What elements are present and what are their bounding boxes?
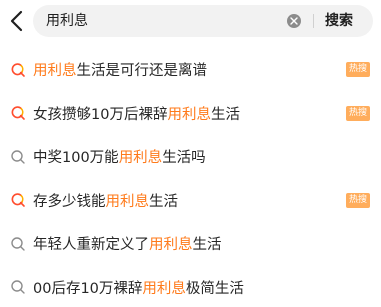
hot-search-icon bbox=[11, 193, 25, 208]
suggestion-item[interactable]: 用利息 生活是可行还是离谱 热搜 bbox=[0, 48, 381, 92]
suggestion-item[interactable]: 年轻人重新定义了 用利息 生活 bbox=[0, 222, 381, 266]
clear-button[interactable] bbox=[287, 14, 301, 28]
suggestion-text-part: 00后存10万裸辞 bbox=[33, 280, 143, 297]
suggestion-text: 用利息 生活是可行还是离谱 bbox=[33, 48, 207, 92]
hot-badge: 热搜 bbox=[345, 62, 370, 78]
suggestion-text: 中奖100万能 用利息 生活吗 bbox=[33, 135, 206, 179]
search-button[interactable]: 搜索 bbox=[325, 5, 353, 37]
chevron-left-icon bbox=[10, 10, 23, 32]
suggestion-text-part: 生活 bbox=[210, 106, 240, 123]
suggestion-text-part: 存多少钱能 bbox=[33, 193, 106, 210]
divider bbox=[313, 14, 314, 28]
suggestion-text: 存多少钱能 用利息 生活 bbox=[33, 179, 178, 223]
hot-search-icon bbox=[11, 63, 25, 77]
suggestion-text-part: 生活吗 bbox=[162, 150, 206, 167]
query-highlight: 用利息 bbox=[149, 237, 193, 254]
suggestion-list: 用利息 生活是可行还是离谱 热搜 女孩攒够10万后裸辞 用利息 生活 热搜 中奖100万能 用利… bbox=[0, 48, 381, 307]
suggestion-text: 00后存10万裸辞 用利息 极简生活 bbox=[33, 266, 244, 307]
search-icon bbox=[11, 237, 25, 251]
suggestion-text-part: 中奖100万能 bbox=[33, 150, 119, 167]
suggestion-item[interactable]: 女孩攒够10万后裸辞 用利息 生活 热搜 bbox=[0, 92, 381, 136]
back-button[interactable] bbox=[4, 6, 30, 36]
query-highlight: 用利息 bbox=[142, 280, 186, 297]
search-icon bbox=[11, 150, 25, 164]
query-highlight: 用利息 bbox=[105, 193, 150, 210]
query-highlight: 用利息 bbox=[118, 150, 163, 167]
close-icon bbox=[290, 17, 298, 25]
search-icon bbox=[11, 280, 25, 294]
search-input[interactable]: 用利息 bbox=[46, 5, 88, 37]
suggestion-text: 女孩攒够10万后裸辞 用利息 生活 bbox=[33, 92, 240, 136]
hot-search-icon bbox=[11, 106, 25, 121]
suggestion-item[interactable]: 中奖100万能 用利息 生活吗 bbox=[0, 135, 381, 179]
suggestion-text-part: 生活 bbox=[149, 193, 178, 210]
query-highlight: 用利息 bbox=[167, 106, 211, 123]
suggestion-item[interactable]: 存多少钱能 用利息 生活 热搜 bbox=[0, 179, 381, 223]
search-header: 用利息 搜索 bbox=[0, 0, 381, 44]
suggestion-text-part: 生活是可行还是离谱 bbox=[76, 63, 208, 80]
query-highlight: 用利息 bbox=[33, 63, 77, 80]
suggestion-text-part: 女孩攒够10万后裸辞 bbox=[33, 106, 168, 123]
suggestion-text-part: 年轻人重新定义了 bbox=[33, 237, 149, 254]
search-page: 用利息 搜索 用利息 生活是可行还是离谱 热搜 女孩攒够10万后裸辞 用利息 生活 热搜 中奖… bbox=[0, 0, 381, 307]
hot-badge: 热搜 bbox=[345, 192, 370, 208]
suggestion-text: 年轻人重新定义了 用利息 生活 bbox=[33, 222, 222, 266]
hot-badge: 热搜 bbox=[345, 105, 370, 121]
suggestion-item[interactable]: 00后存10万裸辞 用利息 极简生活 bbox=[0, 266, 381, 307]
suggestion-text-part: 极简生活 bbox=[185, 280, 244, 297]
search-field[interactable]: 用利息 搜索 bbox=[33, 5, 373, 37]
suggestion-text-part: 生活 bbox=[192, 237, 222, 254]
